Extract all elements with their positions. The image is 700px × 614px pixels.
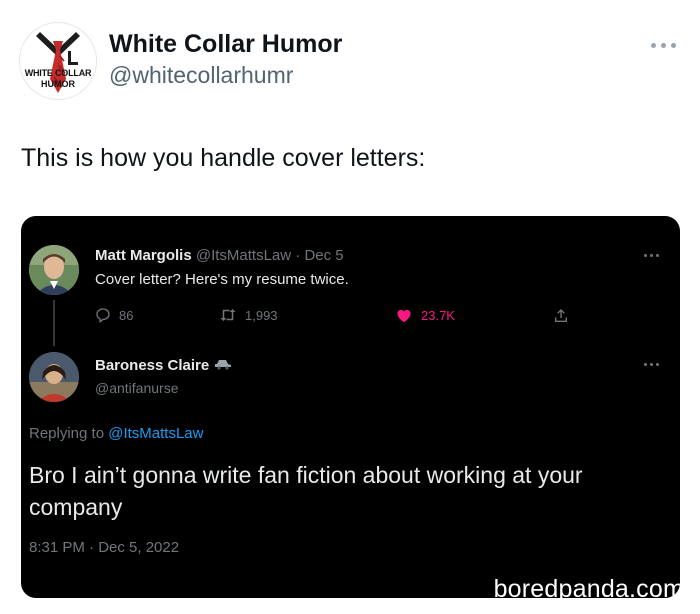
tweet-body: Cover letter? Here's my resume twice. xyxy=(95,271,349,288)
reply-header: Baroness Claire xyxy=(95,357,233,374)
author-handle[interactable]: @whitecollarhumr xyxy=(109,62,293,89)
car-emoji-icon xyxy=(215,360,232,370)
share-action xyxy=(553,307,569,325)
retweet-count: 1,993 xyxy=(245,307,278,323)
matt-avatar xyxy=(29,245,79,295)
heart-icon xyxy=(397,309,411,323)
claire-avatar xyxy=(29,352,79,402)
replying-to-handle: @ItsMattsLaw xyxy=(108,425,204,442)
reply-timestamp: 8:31 PM · Dec 5, 2022 xyxy=(29,539,180,556)
more-options-icon[interactable] xyxy=(643,36,683,54)
logo-line-1: WHITE COLLAR xyxy=(24,68,92,78)
tweet-date: · Dec 5 xyxy=(295,247,344,264)
reply-author-name: Baroness Claire xyxy=(95,357,210,374)
tweet-actions: 86 1,993 23.7K xyxy=(95,307,585,329)
tweet-text: This is how you handle cover letters: xyxy=(21,144,426,172)
tweet-author-name: Matt Margolis xyxy=(95,247,192,264)
share-icon xyxy=(555,309,567,322)
reply-body: Bro I ain’t gonna write fan fiction abou… xyxy=(29,462,583,520)
reply-count: 86 xyxy=(119,307,134,323)
author-avatar[interactable]: WHITE COLLAR HUMOR xyxy=(19,22,97,100)
thread-connector xyxy=(53,300,55,346)
tweet-header: Matt Margolis @ItsMattsLaw · Dec 5 xyxy=(95,247,344,264)
reply-author-handle: @antifanurse xyxy=(95,380,179,396)
replying-to-line: Replying to @ItsMattsLaw xyxy=(29,425,203,442)
embedded-more-icon xyxy=(644,254,659,257)
author-display-name[interactable]: White Collar Humor xyxy=(109,30,342,59)
boredpanda-watermark: boredpanda.com xyxy=(493,575,680,598)
reply-action: 86 xyxy=(95,307,133,323)
reply-icon xyxy=(96,308,110,323)
tweet-card: WHITE COLLAR HUMOR White Collar Humor @w… xyxy=(0,0,700,614)
tweet-author-handle: @ItsMattsLaw xyxy=(195,247,292,264)
retweet-icon xyxy=(220,309,236,321)
like-count: 23.7K xyxy=(421,307,455,323)
embedded-tweet-screenshot: Matt Margolis @ItsMattsLaw · Dec 5 Cover… xyxy=(21,216,680,598)
retweet-action: 1,993 xyxy=(219,307,278,323)
like-action: 23.7K xyxy=(395,307,455,323)
replying-to-label: Replying to xyxy=(29,425,105,442)
logo-line-2: HUMOR xyxy=(41,79,75,89)
embedded-reply-more-icon xyxy=(644,363,659,366)
